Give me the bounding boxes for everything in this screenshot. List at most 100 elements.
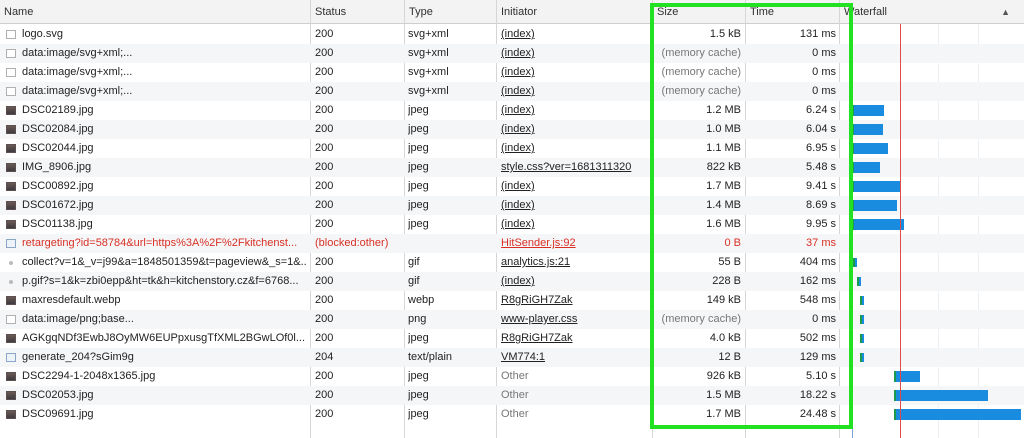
cell-initiator[interactable]: (index) — [501, 272, 649, 291]
waterfall-bar[interactable] — [860, 352, 865, 363]
table-row[interactable]: IMG_8906.jpg 200 jpeg style.css?ver=1681311… — [0, 158, 1024, 177]
waterfall-bar[interactable] — [860, 333, 865, 344]
table-row[interactable]: DSC02084.jpg 200 jpeg (index) 1.0 MB 6.04 s — [0, 120, 1024, 139]
cell-type: jpeg — [408, 218, 429, 230]
column-header-name[interactable]: Name — [0, 0, 310, 24]
cell-name[interactable]: logo.svg — [22, 25, 306, 44]
cell-name[interactable]: DSC01138.jpg — [22, 215, 306, 234]
column-header-time[interactable]: Time — [746, 0, 838, 24]
column-header-status[interactable]: Status — [311, 0, 404, 24]
cell-initiator[interactable]: (index) — [501, 44, 649, 63]
waterfall-bar[interactable] — [852, 219, 904, 230]
cell-name[interactable]: DSC02084.jpg — [22, 120, 306, 139]
cell-initiator[interactable]: (index) — [501, 139, 649, 158]
cell-type: jpeg — [408, 123, 429, 135]
cell-initiator[interactable]: (index) — [501, 82, 649, 101]
cell-name[interactable]: collect?v=1&_v=j99&a=1848501359&t=pagevi… — [22, 253, 306, 272]
cell-name[interactable]: DSC2294-1-2048x1365.jpg — [22, 367, 306, 386]
cell-initiator[interactable]: R8gRiGH7Zak — [501, 291, 649, 310]
cell-name[interactable]: DSC02044.jpg — [22, 139, 306, 158]
cell-initiator[interactable]: (index) — [501, 25, 649, 44]
cell-name[interactable]: retargeting?id=58784&url=https%3A%2F%2Fk… — [22, 234, 306, 253]
image-file-icon — [6, 125, 16, 134]
waterfall-bar[interactable] — [852, 105, 885, 116]
cell-name[interactable]: data:image/svg+xml;... — [22, 44, 306, 63]
cell-name[interactable]: AGKgqNDf3EwbJ8OyMW6EUPpxusgTfXML2BGwLOf0… — [22, 329, 306, 348]
cell-name[interactable]: data:image/png;base... — [22, 310, 306, 329]
table-row[interactable]: DSC02044.jpg 200 jpeg (index) 1.1 MB 6.95 s — [0, 139, 1024, 158]
table-row[interactable]: AGKgqNDf3EwbJ8OyMW6EUPpxusgTfXML2BGwLOf0… — [0, 329, 1024, 348]
cell-name[interactable]: generate_204?sGim9g — [22, 348, 306, 367]
cell-size: 4.0 kB — [709, 332, 741, 344]
column-header-size[interactable]: Size — [653, 0, 743, 24]
waterfall-bar[interactable] — [852, 143, 889, 154]
cell-initiator[interactable]: www-player.css — [501, 310, 649, 329]
waterfall-bar[interactable] — [852, 162, 881, 173]
table-row[interactable]: generate_204?sGim9g 204 text/plain VM774:1 1… — [0, 348, 1024, 367]
column-header-type[interactable]: Type — [405, 0, 495, 24]
waterfall-download-segment — [862, 296, 865, 305]
cell-name[interactable]: DSC01672.jpg — [22, 196, 306, 215]
cell-initiator[interactable]: VM774:1 — [501, 348, 649, 367]
cell-initiator: Other — [501, 389, 529, 401]
triangle-up-icon[interactable]: ▲ — [1001, 0, 1010, 24]
table-row[interactable]: retargeting?id=58784&url=https%3A%2F%2Fk… — [0, 234, 1024, 253]
waterfall-download-segment — [854, 219, 904, 230]
waterfall-bar[interactable] — [852, 181, 901, 192]
cell-name[interactable]: p.gif?s=1&k=zbi0epp&ht=tk&h=kitchenstory… — [22, 272, 306, 291]
waterfall-bar[interactable] — [852, 200, 898, 211]
cell-name[interactable]: maxresdefault.webp — [22, 291, 306, 310]
waterfall-bar[interactable] — [893, 409, 1021, 420]
cell-name[interactable]: DSC09691.jpg — [22, 405, 306, 424]
document-file-icon — [6, 353, 16, 362]
cell-time: 404 ms — [799, 256, 836, 268]
waterfall-bar[interactable] — [857, 276, 862, 287]
waterfall-bar[interactable] — [893, 390, 989, 401]
table-row[interactable]: DSC02053.jpg 200 jpeg Other 1.5 MB 18.22 s — [0, 386, 1024, 405]
cell-time: 0 ms — [812, 47, 836, 59]
waterfall-bar[interactable] — [859, 314, 864, 325]
cell-initiator[interactable]: HitSender.js:92 — [501, 234, 649, 253]
cell-initiator[interactable]: (index) — [501, 196, 649, 215]
table-row[interactable]: p.gif?s=1&k=zbi0epp&ht=tk&h=kitchenstory… — [0, 272, 1024, 291]
column-header-initiator[interactable]: Initiator — [497, 0, 652, 24]
cell-status: 200 — [315, 332, 334, 344]
cell-initiator[interactable]: R8gRiGH7Zak — [501, 329, 649, 348]
waterfall-bar[interactable] — [852, 124, 884, 135]
cell-initiator[interactable]: (index) — [501, 215, 649, 234]
table-row[interactable]: DSC01138.jpg 200 jpeg (index) 1.6 MB 9.95 s — [0, 215, 1024, 234]
cell-name[interactable]: IMG_8906.jpg — [22, 158, 306, 177]
cell-name[interactable]: DSC02053.jpg — [22, 386, 306, 405]
table-row[interactable]: data:image/png;base... 200 png www-player.c… — [0, 310, 1024, 329]
cell-type: gif — [408, 275, 420, 287]
cell-initiator[interactable]: (index) — [501, 63, 649, 82]
cell-initiator[interactable]: (index) — [501, 177, 649, 196]
table-row[interactable]: data:image/svg+xml;... 200 svg+xml (index) (… — [0, 82, 1024, 101]
cell-size: (memory cache) — [661, 47, 741, 59]
cell-name[interactable]: DSC02189.jpg — [22, 101, 306, 120]
table-row[interactable]: logo.svg 200 svg+xml (index) 1.5 kB 131 ms — [0, 25, 1024, 44]
waterfall-bar[interactable] — [893, 371, 921, 382]
cell-name[interactable]: data:image/svg+xml;... — [22, 82, 306, 101]
cell-time: 0 ms — [812, 313, 836, 325]
cell-name[interactable]: data:image/svg+xml;... — [22, 63, 306, 82]
cell-time: 502 ms — [799, 332, 836, 344]
waterfall-bar[interactable] — [860, 295, 865, 306]
cell-name[interactable]: DSC00892.jpg — [22, 177, 306, 196]
cell-initiator[interactable]: style.css?ver=1681311320 — [501, 158, 649, 177]
table-row[interactable]: DSC02189.jpg 200 jpeg (index) 1.2 MB 6.24 s — [0, 101, 1024, 120]
column-header-waterfall[interactable]: Waterfall — [840, 0, 1000, 24]
cell-initiator[interactable]: analytics.js:21 — [501, 253, 649, 272]
table-row[interactable]: DSC01672.jpg 200 jpeg (index) 1.4 MB 8.69 s — [0, 196, 1024, 215]
table-row[interactable]: DSC2294-1-2048x1365.jpg 200 jpeg Other 926 k… — [0, 367, 1024, 386]
table-row[interactable]: DSC00892.jpg 200 jpeg (index) 1.7 MB 9.41 s — [0, 177, 1024, 196]
table-row[interactable]: data:image/svg+xml;... 200 svg+xml (index) (… — [0, 63, 1024, 82]
cell-initiator[interactable]: (index) — [501, 101, 649, 120]
table-row[interactable]: maxresdefault.webp 200 webp R8gRiGH7Zak 149 … — [0, 291, 1024, 310]
cell-initiator[interactable]: (index) — [501, 120, 649, 139]
table-row[interactable]: collect?v=1&_v=j99&a=1848501359&t=pagevi… — [0, 253, 1024, 272]
table-row[interactable]: DSC09691.jpg 200 jpeg Other 1.7 MB 24.48 s — [0, 405, 1024, 424]
waterfall-download-segment — [861, 315, 864, 324]
image-file-icon — [6, 296, 16, 305]
table-row[interactable]: data:image/svg+xml;... 200 svg+xml (index) (… — [0, 44, 1024, 63]
